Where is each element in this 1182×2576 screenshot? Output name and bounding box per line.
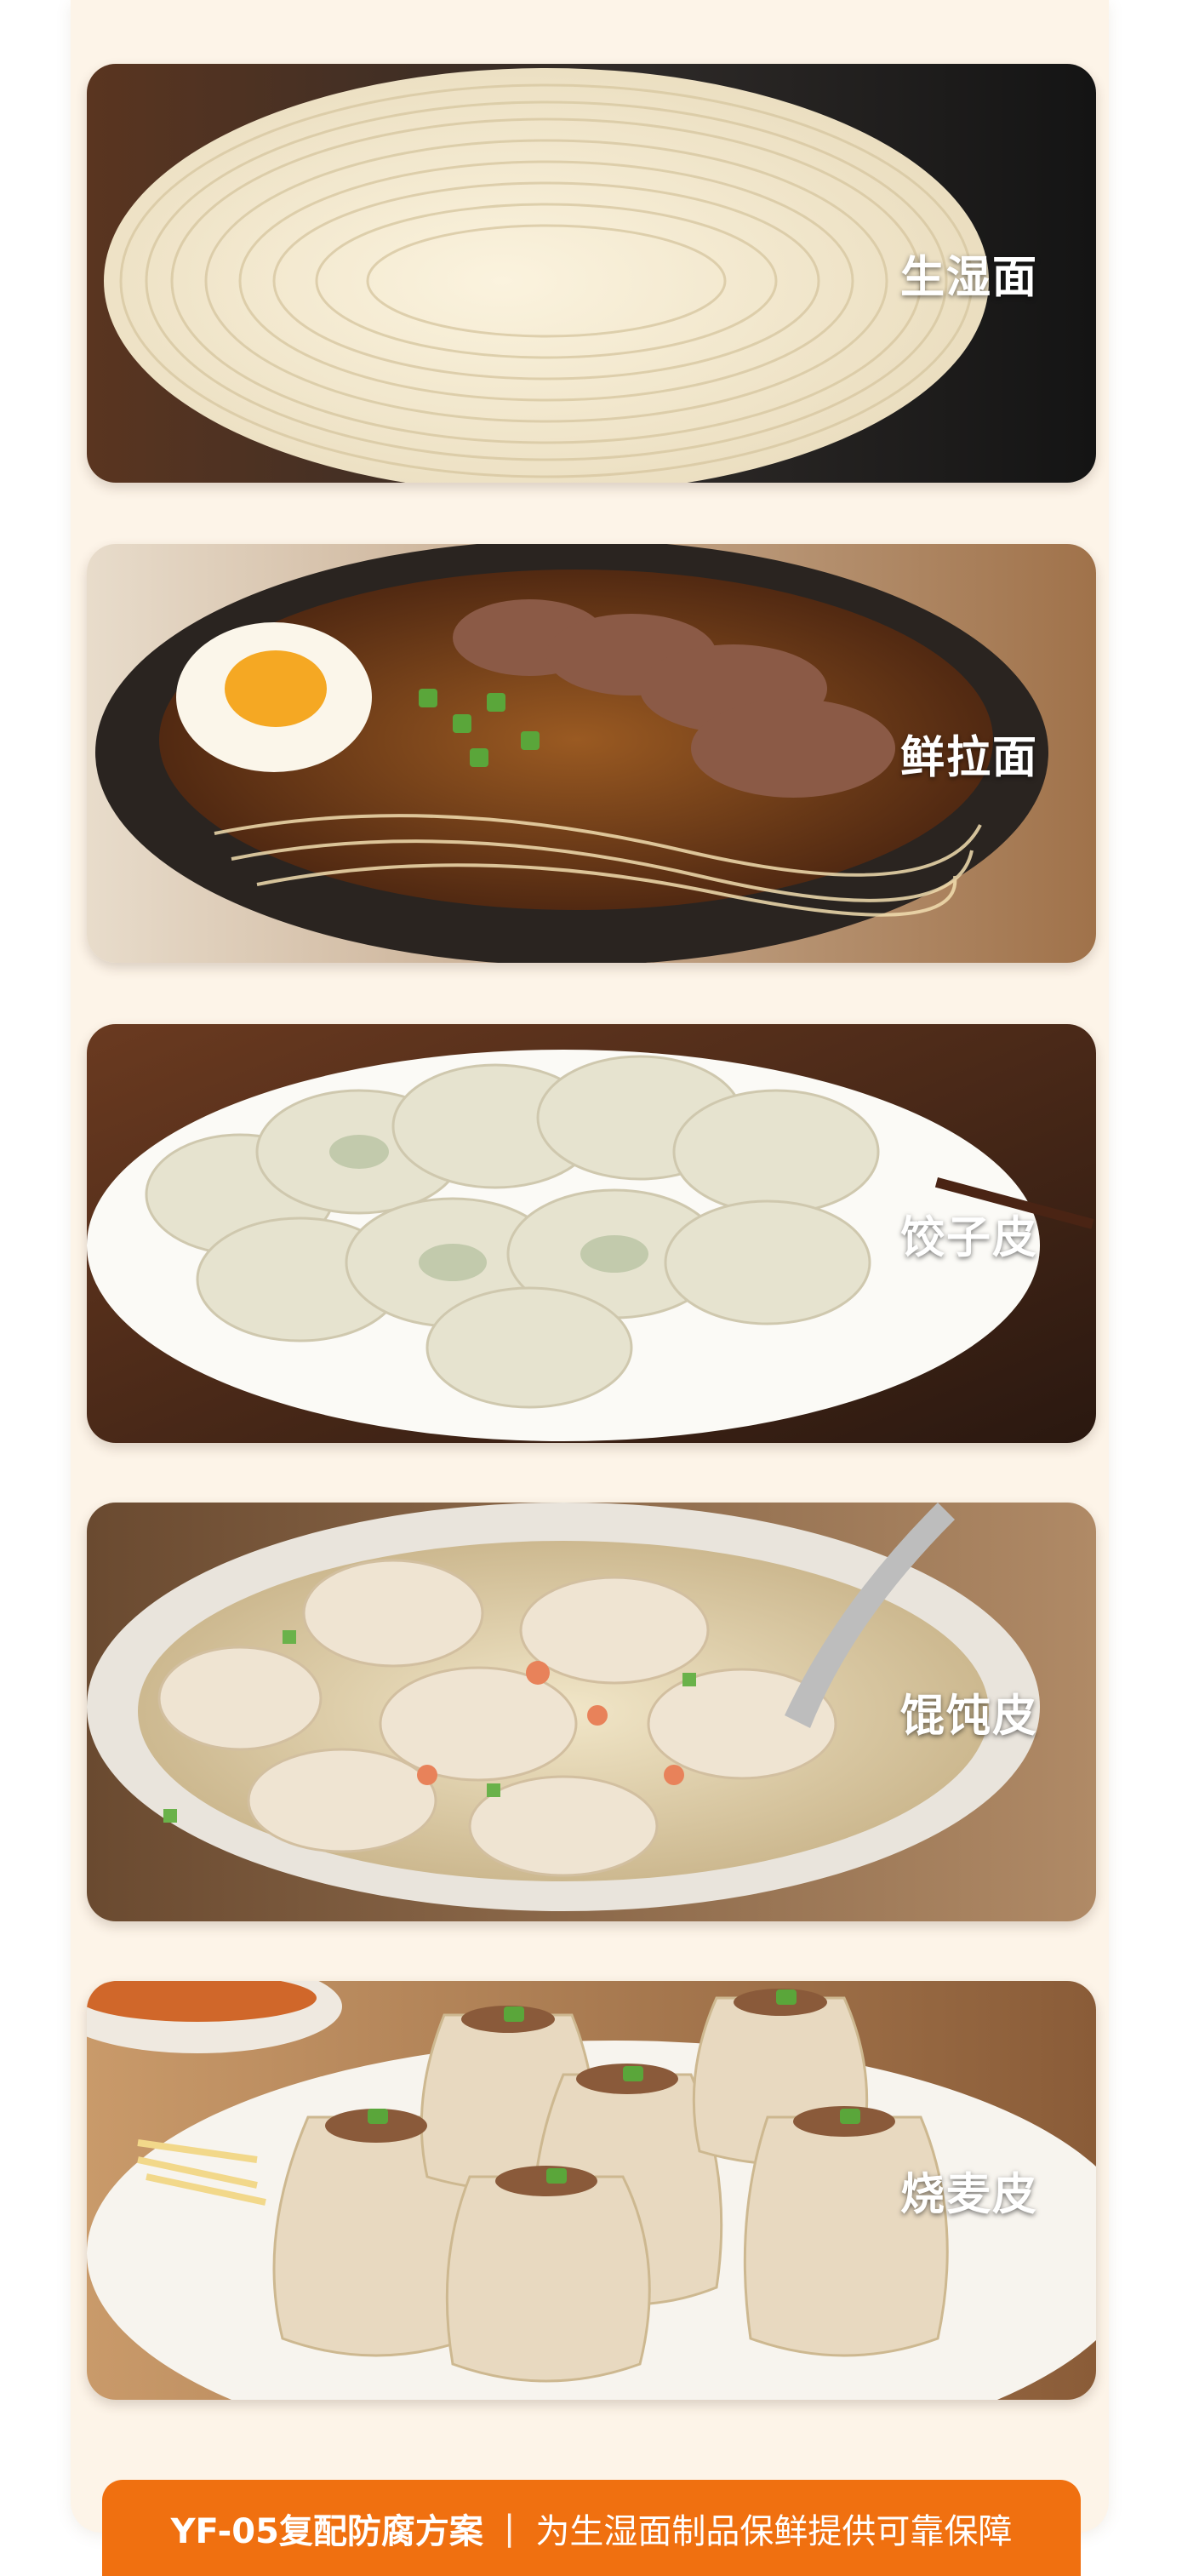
banner-divider: | xyxy=(503,2508,516,2548)
product-label: 饺子皮 xyxy=(899,1212,1038,1264)
product-tile-ramen[interactable]: 鲜拉面 xyxy=(87,544,1096,963)
product-tile-shumai-wrappers[interactable]: 烧麦皮 xyxy=(87,1981,1096,2400)
solution-banner: YF-05复配防腐方案 | 为生湿面制品保鲜提供可靠保障 xyxy=(102,2480,1081,2576)
product-label: 馄饨皮 xyxy=(899,1691,1038,1743)
product-tile-dumpling-wrappers[interactable]: 饺子皮 xyxy=(87,1024,1096,1443)
product-label: 生湿面 xyxy=(899,252,1038,304)
product-tile-wonton-wrappers[interactable]: 馄饨皮 xyxy=(87,1503,1096,1921)
banner-subtitle: 为生湿面制品保鲜提供可靠保障 xyxy=(535,2511,1013,2551)
product-label: 烧麦皮 xyxy=(899,2169,1038,2221)
banner-title: YF-05复配防腐方案 xyxy=(170,2511,483,2551)
product-tile-fresh-wet-noodles[interactable]: 生湿面 xyxy=(87,64,1096,483)
product-label: 鲜拉面 xyxy=(899,732,1038,784)
